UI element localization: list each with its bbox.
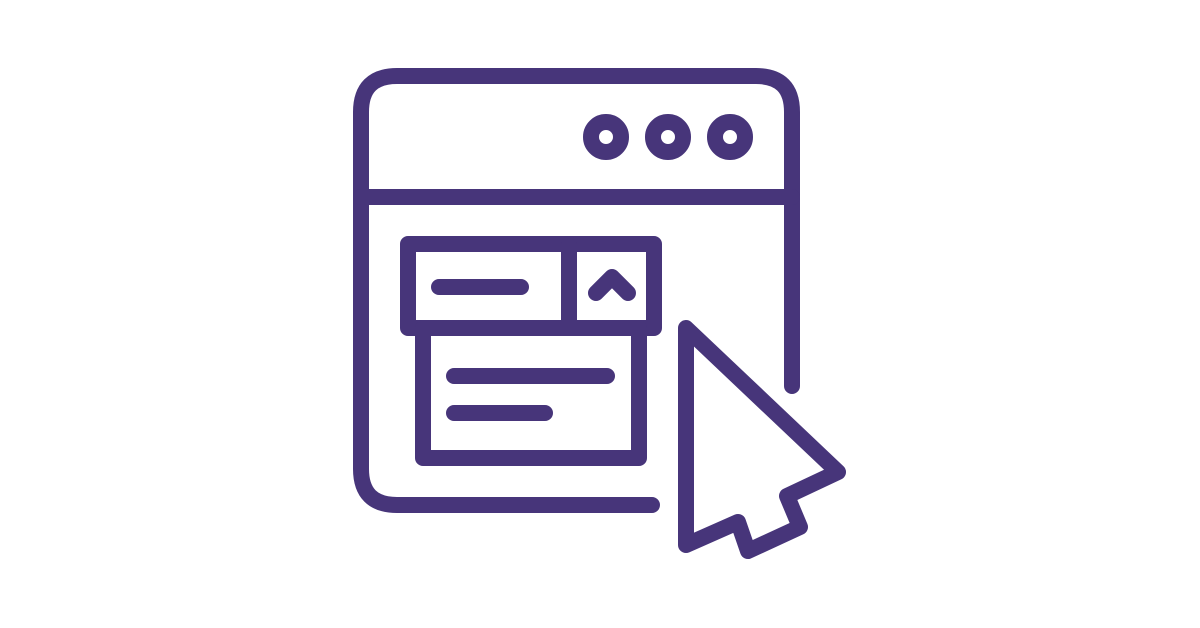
- window-dot: [707, 114, 753, 160]
- window-dot: [645, 114, 691, 160]
- window-dot: [583, 114, 629, 160]
- chevron-up-icon: [588, 269, 636, 301]
- dropdown-menu-icon: [353, 68, 846, 559]
- illustration-canvas: [0, 0, 1200, 628]
- dropdown-options-panel: [415, 320, 647, 466]
- icon-strokes: [353, 68, 846, 559]
- arrow-cursor-icon: [678, 320, 846, 559]
